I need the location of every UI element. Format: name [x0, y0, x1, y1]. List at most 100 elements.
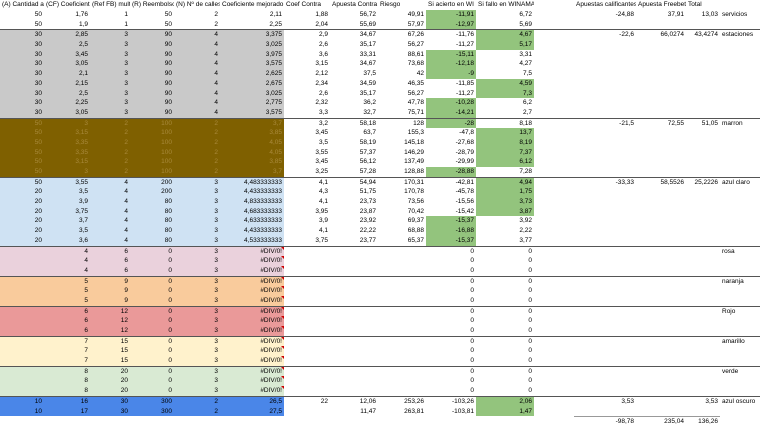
- cell[interactable]: 3,35: [44, 147, 90, 158]
- cell[interactable]: 0: [130, 286, 174, 296]
- cell[interactable]: [686, 407, 720, 417]
- cell[interactable]: 2: [174, 147, 220, 158]
- cell[interactable]: [720, 376, 760, 386]
- cell[interactable]: 145,18: [378, 138, 426, 148]
- cell[interactable]: 3,75: [44, 206, 90, 217]
- cell[interactable]: [686, 356, 720, 366]
- cell[interactable]: 58,18: [330, 119, 378, 129]
- cell[interactable]: 0: [476, 367, 534, 377]
- cell[interactable]: [686, 138, 720, 148]
- cell[interactable]: 4,59: [476, 78, 534, 89]
- cell[interactable]: 0: [426, 386, 476, 396]
- cell[interactable]: [330, 337, 378, 347]
- cell[interactable]: [378, 247, 426, 257]
- cell[interactable]: 3,7: [44, 216, 90, 227]
- cell[interactable]: 12: [90, 316, 130, 326]
- cell[interactable]: [534, 216, 574, 226]
- cell[interactable]: 3,15: [44, 128, 90, 138]
- cell[interactable]: 235,04: [636, 416, 686, 426]
- cell[interactable]: 0: [426, 326, 476, 336]
- cell[interactable]: 80: [130, 206, 174, 217]
- cell[interactable]: 3,7: [220, 118, 284, 129]
- cell[interactable]: #DIV/0!: [220, 246, 284, 257]
- column-header[interactable]: (Ref FB) multipli: [90, 0, 130, 10]
- column-header[interactable]: (CF) Coeficient: [44, 0, 90, 10]
- cell[interactable]: 56,27: [378, 40, 426, 50]
- cell[interactable]: [636, 376, 686, 386]
- cell[interactable]: 3: [174, 256, 220, 266]
- cell[interactable]: [720, 216, 760, 226]
- cell[interactable]: 3,15: [284, 59, 330, 69]
- cell[interactable]: [720, 207, 760, 217]
- cell[interactable]: 4: [174, 98, 220, 108]
- cell[interactable]: 5: [44, 276, 90, 287]
- cell[interactable]: 30: [0, 78, 44, 89]
- cell[interactable]: [686, 98, 720, 108]
- cell[interactable]: 17: [44, 406, 90, 417]
- cell[interactable]: 3: [44, 167, 90, 177]
- cell[interactable]: [378, 316, 426, 326]
- cell[interactable]: [330, 296, 378, 306]
- cell[interactable]: 90: [130, 78, 174, 89]
- cell[interactable]: [636, 256, 686, 266]
- cell[interactable]: 2: [90, 118, 130, 129]
- cell[interactable]: 3: [174, 216, 220, 227]
- cell[interactable]: [534, 407, 574, 417]
- cell[interactable]: 35,17: [330, 40, 378, 50]
- cell[interactable]: -28,79: [426, 148, 476, 158]
- cell[interactable]: 7: [44, 356, 90, 366]
- cell[interactable]: 2: [174, 20, 220, 30]
- cell[interactable]: [330, 307, 378, 317]
- cell[interactable]: [720, 356, 760, 366]
- cell[interactable]: [686, 216, 720, 226]
- cell[interactable]: [574, 356, 636, 366]
- cell[interactable]: 4: [90, 187, 130, 198]
- cell[interactable]: azul claro: [720, 178, 760, 188]
- cell[interactable]: 2: [174, 157, 220, 167]
- cell[interactable]: [220, 416, 284, 426]
- cell[interactable]: 3,2: [284, 119, 330, 129]
- cell[interactable]: -45,78: [426, 187, 476, 197]
- cell[interactable]: [574, 108, 636, 118]
- cell[interactable]: [0, 416, 44, 426]
- cell[interactable]: 3,5: [284, 138, 330, 148]
- cell[interactable]: 3: [174, 346, 220, 357]
- cell[interactable]: 0: [476, 346, 534, 356]
- cell[interactable]: [720, 416, 760, 426]
- cell[interactable]: 3,95: [284, 207, 330, 217]
- cell[interactable]: [534, 40, 574, 50]
- cell[interactable]: 30: [0, 88, 44, 99]
- cell[interactable]: 3: [174, 306, 220, 317]
- cell[interactable]: 3: [174, 276, 220, 287]
- cell[interactable]: 49,91: [378, 10, 426, 20]
- cell[interactable]: 2: [174, 396, 220, 407]
- cell[interactable]: [574, 316, 636, 326]
- cell[interactable]: 10: [0, 396, 44, 407]
- cell[interactable]: -29,99: [426, 157, 476, 167]
- cell[interactable]: 2,6: [284, 89, 330, 99]
- cell[interactable]: 50: [0, 128, 44, 138]
- cell[interactable]: 30: [0, 30, 44, 41]
- cell[interactable]: 128: [378, 119, 426, 129]
- cell[interactable]: 0: [476, 307, 534, 317]
- cell[interactable]: -14,21: [426, 107, 476, 118]
- cell[interactable]: [636, 277, 686, 287]
- cell[interactable]: 0: [476, 277, 534, 287]
- cell[interactable]: [534, 79, 574, 89]
- cell[interactable]: 90: [130, 49, 174, 60]
- cell[interactable]: 3,6: [44, 235, 90, 246]
- cell[interactable]: naranja: [720, 277, 760, 287]
- cell[interactable]: [720, 20, 760, 30]
- cell[interactable]: 3: [90, 69, 130, 79]
- cell[interactable]: 0: [476, 286, 534, 296]
- cell[interactable]: [720, 256, 760, 266]
- cell[interactable]: 56,72: [330, 10, 378, 20]
- cell[interactable]: [534, 108, 574, 118]
- cell[interactable]: 43,4274: [686, 30, 720, 40]
- cell[interactable]: [534, 20, 574, 30]
- cell[interactable]: 2,1: [44, 69, 90, 79]
- cell[interactable]: [720, 50, 760, 60]
- cell[interactable]: [534, 197, 574, 207]
- cell[interactable]: 0: [130, 316, 174, 326]
- cell[interactable]: [686, 20, 720, 30]
